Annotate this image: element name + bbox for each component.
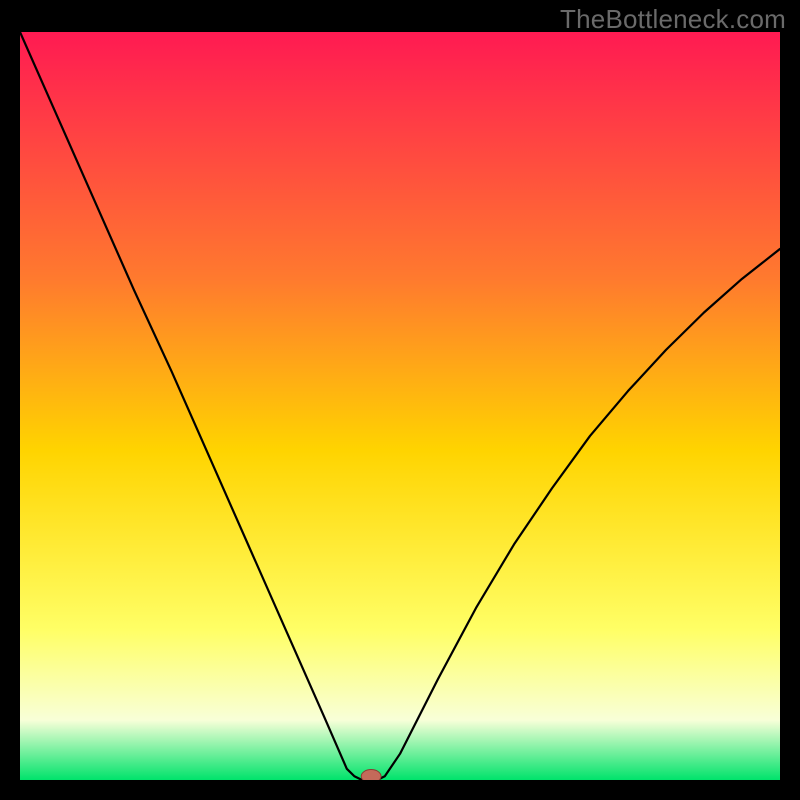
optimal-point-marker <box>361 770 381 780</box>
plot-area <box>20 32 780 780</box>
watermark-text: TheBottleneck.com <box>560 4 786 35</box>
chart-frame: TheBottleneck.com <box>0 0 800 800</box>
gradient-background <box>20 32 780 780</box>
bottleneck-chart <box>20 32 780 780</box>
